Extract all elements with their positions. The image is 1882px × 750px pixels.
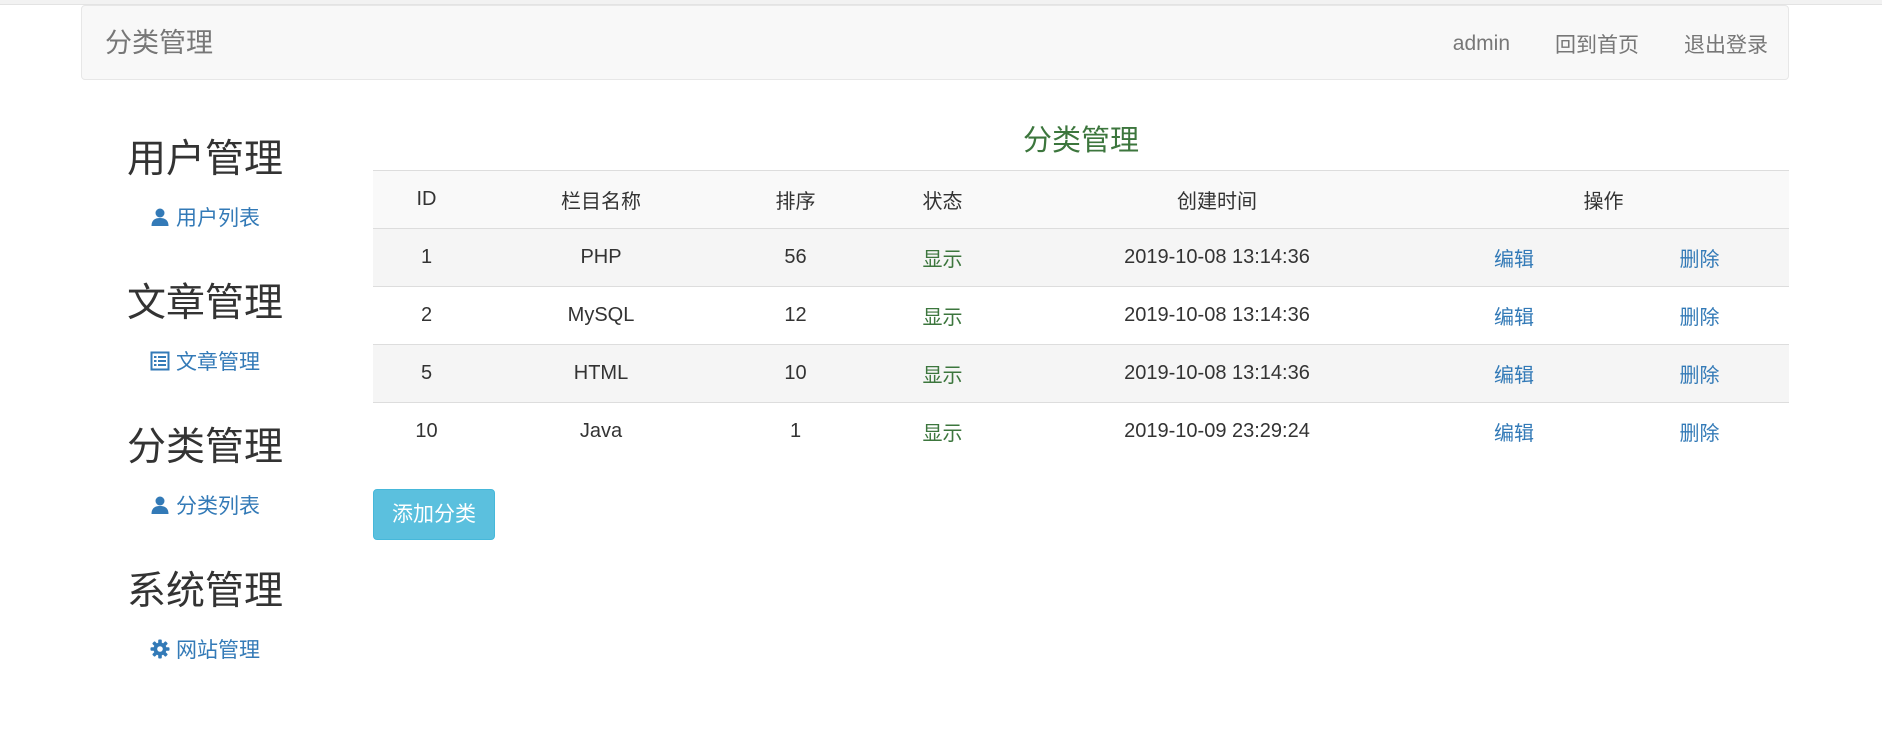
table-row: 10 Java 1 显示 2019-10-09 23:29:24 编辑 删除: [373, 402, 1789, 460]
cell-order: 12: [722, 286, 869, 345]
cell-name: MySQL: [480, 286, 722, 345]
cell-id: 5: [373, 344, 480, 403]
cell-created: 2019-10-08 13:14:36: [1016, 286, 1418, 345]
sidebar-title-system: 系统管理: [126, 570, 283, 613]
page-title: 分类管理: [1022, 125, 1139, 157]
delete-link[interactable]: 删除: [1680, 365, 1720, 387]
table-row: 2 MySQL 12 显示 2019-10-08 13:14:36 编辑 删除: [373, 286, 1789, 345]
cell-created: 2019-10-08 13:14:36: [1016, 344, 1418, 403]
header-name: 栏目名称: [480, 170, 722, 229]
nav-logout-link[interactable]: 退出登录: [1684, 29, 1768, 59]
cell-id: 2: [373, 286, 480, 345]
edit-link[interactable]: 编辑: [1494, 423, 1534, 445]
navbar-brand[interactable]: 分类管理: [105, 6, 213, 81]
cell-status: 显示: [869, 228, 1016, 287]
nav-home-link[interactable]: 回到首页: [1555, 29, 1639, 59]
sidebar-item-label: 用户列表: [176, 207, 260, 230]
sidebar-title-category: 分类管理: [126, 426, 283, 469]
cell-order: 1: [722, 402, 869, 460]
sidebar-group-user: 用户管理 用户列表: [110, 130, 300, 274]
sidebar-item-article-manage[interactable]: 文章管理: [150, 346, 260, 376]
cell-created: 2019-10-08 13:14:36: [1016, 228, 1418, 287]
sidebar-group-category: 分类管理 分类列表: [110, 418, 300, 562]
list-icon: [150, 351, 170, 371]
cell-edit: 编辑: [1418, 228, 1610, 287]
cell-delete: 删除: [1610, 402, 1789, 460]
sidebar-item-user-list[interactable]: 用户列表: [150, 202, 260, 232]
delete-link[interactable]: 删除: [1680, 307, 1720, 329]
sidebar-item-category-list[interactable]: 分类列表: [150, 490, 260, 520]
cell-delete: 删除: [1610, 286, 1789, 345]
cell-edit: 编辑: [1418, 286, 1610, 345]
table-header-row: ID 栏目名称 排序 状态 创建时间 操作: [373, 170, 1789, 229]
header-created: 创建时间: [1016, 170, 1418, 229]
cell-status: 显示: [869, 344, 1016, 403]
edit-link[interactable]: 编辑: [1494, 249, 1534, 271]
delete-link[interactable]: 删除: [1680, 249, 1720, 271]
cell-name: Java: [480, 402, 722, 460]
table-row: 5 HTML 10 显示 2019-10-08 13:14:36 编辑 删除: [373, 344, 1789, 403]
nav-user[interactable]: admin: [1453, 32, 1510, 56]
table-row: 1 PHP 56 显示 2019-10-08 13:14:36 编辑 删除: [373, 228, 1789, 287]
edit-link[interactable]: 编辑: [1494, 365, 1534, 387]
sidebar-item-label: 分类列表: [176, 495, 260, 518]
cell-delete: 删除: [1610, 344, 1789, 403]
gear-icon: [150, 639, 170, 659]
cell-edit: 编辑: [1418, 344, 1610, 403]
sidebar-title-article: 文章管理: [126, 282, 283, 325]
cell-delete: 删除: [1610, 228, 1789, 287]
cell-name: HTML: [480, 344, 722, 403]
add-category-button[interactable]: 添加分类: [373, 489, 495, 540]
sidebar-item-site-manage[interactable]: 网站管理: [150, 634, 260, 664]
cell-order: 10: [722, 344, 869, 403]
cell-id: 1: [373, 228, 480, 287]
navbar-right: admin 回到首页 退出登录: [1408, 6, 1768, 81]
cell-name: PHP: [480, 228, 722, 287]
cell-status: 显示: [869, 402, 1016, 460]
cell-edit: 编辑: [1418, 402, 1610, 460]
header-id: ID: [373, 170, 480, 229]
sidebar-item-label: 网站管理: [176, 639, 260, 662]
category-table: ID 栏目名称 排序 状态 创建时间 操作 1 PHP 56 显示 2019-1…: [373, 170, 1789, 460]
sidebar-group-article: 文章管理 文章管理: [110, 274, 300, 418]
cell-order: 56: [722, 228, 869, 287]
cell-id: 10: [373, 402, 480, 460]
user-icon: [151, 496, 169, 514]
user-icon: [151, 208, 169, 226]
navbar: 分类管理 admin 回到首页 退出登录: [81, 5, 1789, 80]
cell-status: 显示: [869, 286, 1016, 345]
cell-created: 2019-10-09 23:29:24: [1016, 402, 1418, 460]
main-content: 分类管理 ID 栏目名称 排序 状态 创建时间 操作 1 PHP 56 显示 2…: [373, 118, 1789, 540]
sidebar-title-user: 用户管理: [126, 138, 283, 181]
header-order: 排序: [722, 170, 869, 229]
delete-link[interactable]: 删除: [1680, 423, 1720, 445]
edit-link[interactable]: 编辑: [1494, 307, 1534, 329]
sidebar-item-label: 文章管理: [176, 351, 260, 374]
sidebar: 用户管理 用户列表 文章管理 文章管理 分类管理 分类列表 系统管理 网站管理: [110, 130, 300, 706]
header-status: 状态: [869, 170, 1016, 229]
sidebar-group-system: 系统管理 网站管理: [110, 562, 300, 706]
header-actions: 操作: [1418, 170, 1789, 229]
